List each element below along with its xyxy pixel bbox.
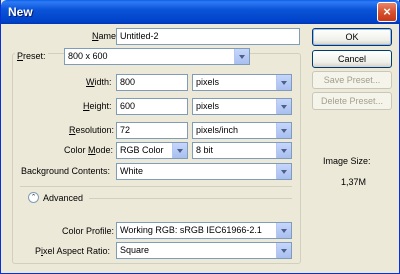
chevron-down-icon[interactable] — [234, 49, 249, 64]
new-document-dialog: New × Name: Untitled-2 Preset: 800 x 600… — [0, 0, 400, 274]
delete-preset-button[interactable]: Delete Preset... — [312, 92, 392, 110]
background-contents-select[interactable]: White — [116, 163, 292, 180]
ok-button[interactable]: OK — [312, 28, 392, 46]
chevron-down-icon[interactable] — [276, 164, 291, 179]
color-profile-value: Working RGB: sRGB IEC61966-2.1 — [120, 225, 262, 235]
color-mode-label: Color Mode: — [64, 145, 114, 155]
chevron-down-icon[interactable] — [276, 75, 291, 90]
color-mode-select[interactable]: RGB Color — [116, 142, 188, 159]
name-input[interactable]: Untitled-2 — [116, 28, 300, 45]
pixel-aspect-ratio-select[interactable]: Square — [116, 242, 292, 259]
name-label: Name: — [92, 31, 119, 41]
bit-depth-value: 8 bit — [196, 145, 214, 155]
bit-depth-select[interactable]: 8 bit — [192, 142, 292, 159]
chevron-down-icon[interactable] — [276, 243, 291, 258]
close-icon: × — [383, 4, 391, 19]
image-size-label: Image Size: — [323, 156, 371, 166]
collapse-advanced-icon[interactable]: ⌃ — [28, 192, 39, 203]
color-mode-value: RGB Color — [120, 145, 164, 155]
width-label: Width: — [86, 77, 112, 87]
background-contents-label: Background Contents: — [21, 166, 111, 176]
chevron-down-icon[interactable] — [276, 223, 291, 238]
height-unit-select[interactable]: pixels — [192, 98, 292, 115]
save-preset-button[interactable]: Save Preset... — [312, 71, 392, 89]
title-bar[interactable]: New × — [1, 0, 400, 24]
color-profile-label: Color Profile: — [62, 226, 115, 236]
height-label: Height: — [83, 101, 112, 111]
resolution-unit-value: pixels/inch — [196, 125, 239, 135]
resolution-input[interactable]: 72 — [116, 122, 188, 139]
pixel-aspect-ratio-label: Pixel Aspect Ratio: — [35, 246, 111, 256]
height-input[interactable]: 600 — [116, 98, 188, 115]
chevron-down-icon[interactable] — [276, 143, 291, 158]
width-input[interactable]: 800 — [116, 74, 188, 91]
chevron-down-icon[interactable] — [172, 143, 187, 158]
advanced-label[interactable]: Advanced — [43, 193, 83, 203]
resolution-label: Resolution: — [69, 125, 115, 135]
width-unit-value: pixels — [196, 77, 220, 87]
preset-value: 800 x 600 — [68, 51, 108, 61]
width-unit-select[interactable]: pixels — [192, 74, 292, 91]
resolution-unit-select[interactable]: pixels/inch — [192, 122, 292, 139]
preset-label: Preset: — [15, 51, 48, 61]
cancel-button[interactable]: Cancel — [312, 50, 392, 68]
height-unit-value: pixels — [196, 101, 220, 111]
chevron-down-icon[interactable] — [276, 123, 291, 138]
pixel-aspect-ratio-value: Square — [120, 245, 150, 255]
color-profile-select[interactable]: Working RGB: sRGB IEC61966-2.1 — [116, 222, 292, 239]
image-size-value: 1,37M — [341, 177, 367, 187]
background-contents-value: White — [120, 166, 144, 176]
dialog-title: New — [8, 5, 33, 19]
close-button[interactable]: × — [377, 2, 397, 22]
divider — [20, 186, 292, 187]
chevron-down-icon[interactable] — [276, 99, 291, 114]
divider — [89, 198, 292, 199]
preset-select[interactable]: 800 x 600 — [64, 48, 250, 65]
